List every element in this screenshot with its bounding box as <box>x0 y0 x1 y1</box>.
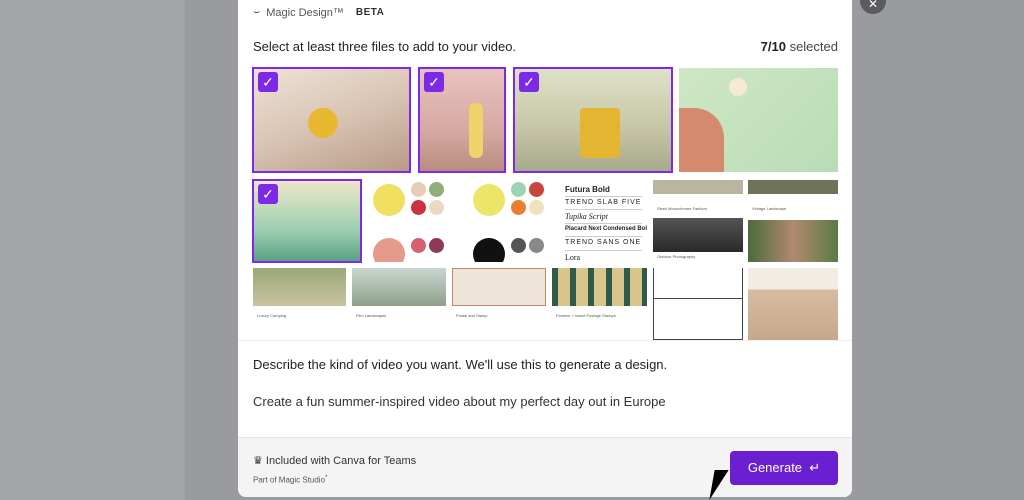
enter-icon: ↵ <box>805 460 821 475</box>
media-tile-ice-cream[interactable] <box>679 68 838 172</box>
template-tile-blank[interactable] <box>653 268 743 340</box>
font-sample: Placard Next Condensed Bold <box>565 224 647 237</box>
dialog-header: ⌣ Magic Design™ BETA <box>253 6 384 19</box>
magic-studio-link[interactable]: Part of Magic Studio* <box>253 474 328 485</box>
template-tile-postal-stamp[interactable]: Postal and Stamp <box>452 268 546 340</box>
close-button[interactable]: ✕ <box>860 0 886 14</box>
description-input[interactable]: Create a fun summer-inspired video about… <box>253 394 666 409</box>
checkmark-icon: ✓ <box>258 72 278 92</box>
color-palette-tile-1[interactable] <box>365 180 455 262</box>
selection-count: 7/10 selected <box>760 39 838 54</box>
font-sample: TREND SLAB FIVE <box>565 197 642 210</box>
crown-icon: ♛ <box>253 455 266 467</box>
tile-caption: Sleek Monochrome Fashion <box>657 206 707 211</box>
font-sample: Lora <box>565 252 581 262</box>
magic-design-icon: ⌣ <box>253 6 261 18</box>
font-set-tile[interactable]: Futura Bold TREND SLAB FIVE Tupika Scrip… <box>560 180 647 262</box>
media-tile-street-woman[interactable]: ✓ <box>418 67 506 173</box>
selection-prompt: Select at least three files to add to yo… <box>253 39 517 54</box>
checkmark-icon: ✓ <box>424 72 444 92</box>
generate-button[interactable]: Generate ↵ <box>730 451 838 485</box>
tile-caption: Vintage Landscape <box>752 206 787 211</box>
plan-info: ♛ Included with Canva for Teams <box>253 455 417 467</box>
media-tile-toast[interactable]: ✓ <box>252 67 411 173</box>
close-icon: ✕ <box>867 0 879 11</box>
tile-caption: Luxury Camping <box>257 313 287 318</box>
description-section: Describe the kind of video you want. We'… <box>238 340 852 437</box>
tile-caption: Flowers + Insect Postage Stamps <box>556 313 616 318</box>
template-tile-flower-stamps[interactable]: Flowers + Insect Postage Stamps <box>552 268 647 340</box>
media-tile-building[interactable] <box>748 268 838 340</box>
font-sample: Tupika Script <box>565 210 642 224</box>
tile-caption: Film Landscapes <box>356 313 387 318</box>
dialog-footer: ♛ Included with Canva for Teams Part of … <box>238 437 852 497</box>
template-tile-street[interactable]: Sleek Monochrome Fashion <box>653 180 743 214</box>
media-tile-train-interior[interactable]: ✓ <box>252 179 362 263</box>
template-tile-film-landscapes[interactable]: Film Landscapes <box>352 268 446 340</box>
font-sample: TREND SANS ONE <box>565 237 642 251</box>
magic-design-dialog: ⌣ Magic Design™ BETA Select at least thr… <box>238 0 852 497</box>
checkmark-icon: ✓ <box>519 72 539 92</box>
checkmark-icon: ✓ <box>258 184 278 204</box>
media-tile-friends[interactable] <box>748 220 838 262</box>
background-panel <box>0 0 185 500</box>
color-palette-tile-2[interactable] <box>465 180 552 262</box>
template-tile-outdoor[interactable]: Outdoor Photography <box>653 218 743 262</box>
template-tile-luxury-camping[interactable]: Luxury Camping <box>253 268 346 340</box>
beta-badge: BETA <box>355 7 385 18</box>
font-sample: Futura Bold <box>565 183 642 197</box>
template-tile-vintage[interactable]: Vintage Landscape <box>748 180 838 214</box>
dialog-title: Magic Design™ <box>266 6 344 19</box>
tile-caption: Postal and Stamp <box>456 313 488 318</box>
description-label: Describe the kind of video you want. We'… <box>253 357 668 372</box>
media-tile-tram[interactable]: ✓ <box>513 67 673 173</box>
tile-caption: Outdoor Photography <box>657 254 696 259</box>
